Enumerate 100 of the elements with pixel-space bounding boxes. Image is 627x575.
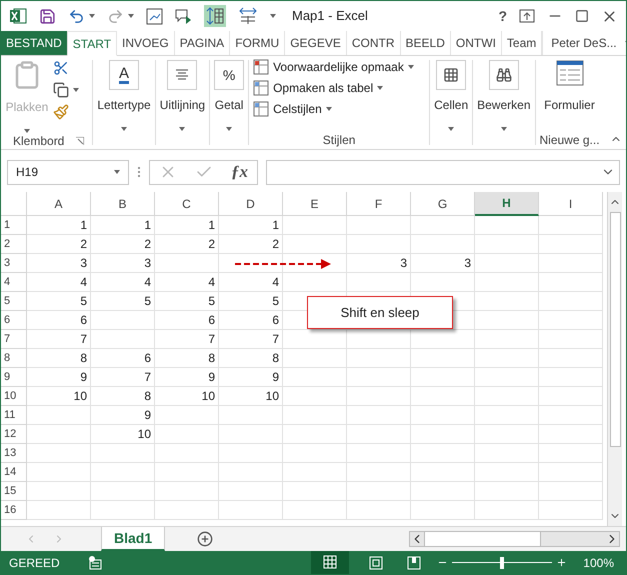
row-header[interactable]: 3 — [1, 254, 27, 273]
copy-icon[interactable] — [53, 82, 69, 98]
row-header[interactable]: 11 — [1, 406, 27, 425]
column-header[interactable]: H — [475, 192, 539, 216]
ribbon-display-icon[interactable] — [519, 9, 535, 23]
row-header[interactable]: 7 — [1, 330, 27, 349]
table-cell — [347, 501, 411, 520]
table-cell — [155, 501, 219, 520]
row-header[interactable]: 4 — [1, 273, 27, 292]
table-cell — [283, 463, 347, 482]
callout-box: Shift en sleep — [307, 296, 453, 329]
column-header[interactable]: E — [283, 192, 347, 216]
file-tab[interactable]: BESTAND — [1, 31, 67, 55]
table-cell — [539, 368, 603, 387]
normal-view-icon[interactable] — [311, 551, 350, 574]
table-cell — [219, 425, 283, 444]
row-header[interactable]: 6 — [1, 311, 27, 330]
ribbon-tab[interactable]: INVOEG — [117, 31, 175, 55]
row-header[interactable]: 13 — [1, 444, 27, 463]
table-cell — [475, 292, 539, 311]
table-cell — [283, 406, 347, 425]
row-header[interactable]: 1 — [1, 216, 27, 235]
add-sheet-icon[interactable] — [197, 531, 214, 547]
ribbon-tab[interactable]: START — [66, 31, 118, 56]
table-cell — [411, 463, 475, 482]
column-header[interactable]: B — [91, 192, 155, 216]
form-button[interactable]: Formulier — [544, 56, 595, 131]
zoom-in-icon[interactable] — [556, 557, 568, 568]
help-button[interactable]: ? — [498, 6, 507, 26]
column-header[interactable]: F — [347, 192, 411, 216]
page-layout-icon[interactable] — [369, 556, 384, 570]
row-header[interactable]: 14 — [1, 463, 27, 482]
comment-play-icon[interactable] — [175, 8, 192, 24]
more-icon[interactable] — [137, 167, 141, 177]
maximize-icon[interactable] — [575, 9, 589, 23]
row-header[interactable]: 16 — [1, 501, 27, 520]
styles-menu-button[interactable]: Celstijlen — [253, 100, 426, 118]
row-header[interactable]: 5 — [1, 292, 27, 311]
horizontal-scrollbar[interactable] — [409, 531, 620, 547]
sheet-tab[interactable]: Blad1 — [101, 527, 166, 551]
table-cell — [155, 444, 219, 463]
ribbon-tab[interactable]: PAGINA — [174, 31, 230, 55]
alignment-button[interactable]: Uitlijning — [156, 56, 210, 138]
font-button[interactable]: A Lettertype — [93, 56, 155, 138]
format-painter-icon[interactable] — [53, 104, 69, 120]
chart-refresh-icon[interactable] — [146, 8, 163, 24]
table-cell — [411, 387, 475, 406]
ribbon-tab[interactable]: FORMU — [230, 31, 286, 55]
grid-icon — [436, 60, 466, 90]
table-cell — [475, 311, 539, 330]
row-header[interactable]: 8 — [1, 349, 27, 368]
zoom-thumb[interactable] — [500, 556, 504, 568]
row-header[interactable]: 9 — [1, 368, 27, 387]
name-box[interactable]: H19 — [7, 160, 129, 184]
column-sort-icon[interactable] — [204, 5, 226, 27]
editing-button[interactable]: Bewerken — [473, 56, 534, 138]
ribbon-tab[interactable]: ONTWI — [450, 31, 502, 55]
row-header[interactable]: 15 — [1, 482, 27, 501]
group-label: Nieuwe g... — [540, 132, 600, 149]
column-header[interactable]: I — [539, 192, 603, 216]
table-cell — [219, 254, 283, 273]
dialog-launcher-icon[interactable] — [76, 137, 84, 145]
styles-menu-button[interactable]: Opmaken als tabel — [253, 79, 426, 97]
save-icon[interactable] — [39, 8, 56, 24]
number-button[interactable]: % Getal — [210, 56, 248, 138]
table-cell — [411, 406, 475, 425]
table-cell — [91, 330, 155, 349]
row-header[interactable]: 12 — [1, 425, 27, 444]
column-width-icon[interactable] — [238, 7, 258, 25]
ribbon-tab[interactable]: Team — [502, 31, 542, 55]
table-cell — [27, 501, 91, 520]
table-cell: 4 — [27, 273, 91, 292]
insert-function-icon[interactable]: ƒx — [231, 159, 248, 185]
styles-menu-button[interactable]: Voorwaardelijke opmaak — [253, 58, 426, 76]
ribbon-tab[interactable]: BEELD — [400, 31, 451, 55]
macro-record-icon[interactable] — [88, 556, 102, 570]
cut-icon[interactable] — [53, 60, 69, 76]
user-name[interactable]: Peter DeS... — [551, 34, 617, 52]
table-cell: 3 — [27, 254, 91, 273]
spreadsheet-app-icon[interactable] — [9, 7, 27, 25]
ribbon-tab[interactable]: CONTR — [346, 31, 401, 55]
vertical-scrollbar[interactable] — [607, 192, 622, 526]
row-header[interactable]: 10 — [1, 387, 27, 406]
formula-field[interactable] — [266, 160, 620, 184]
undo-icon[interactable] — [68, 8, 85, 24]
zoom-slider[interactable] — [452, 556, 552, 568]
row-header[interactable]: 2 — [1, 235, 27, 254]
table-cell — [283, 425, 347, 444]
column-header[interactable]: G — [411, 192, 475, 216]
table-cell — [283, 444, 347, 463]
column-header[interactable]: D — [219, 192, 283, 216]
table-cell — [539, 349, 603, 368]
ribbon-tab[interactable]: GEGEVE — [285, 31, 347, 55]
zoom-percentage[interactable]: 100% — [583, 554, 614, 572]
caret-icon — [270, 14, 276, 18]
table-cell: 6 — [91, 349, 155, 368]
column-header[interactable]: C — [155, 192, 219, 216]
page-break-icon[interactable] — [407, 556, 422, 570]
column-header[interactable]: A — [27, 192, 91, 216]
cells-button[interactable]: Cellen — [430, 56, 472, 138]
